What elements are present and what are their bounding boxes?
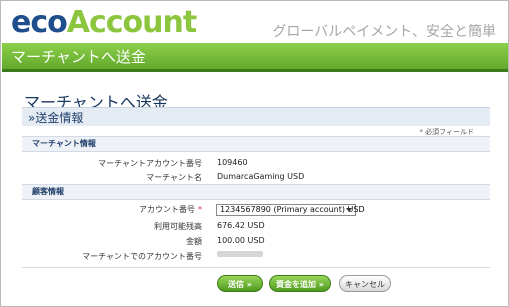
amount-value: 100.00 USD	[217, 236, 265, 245]
account-select-value: 1234567890 (Primary account) USD	[220, 205, 365, 214]
merchant-side-account-value-redacted	[217, 251, 263, 257]
merchant-account-number-value: 109460	[217, 158, 248, 167]
header-banner: マーチャントへ送金	[2, 43, 508, 72]
merchant-info-title: マーチャント情報	[32, 139, 96, 148]
amount-label: 金額	[186, 237, 202, 246]
section-header: »送金情報	[22, 107, 490, 126]
available-balance-value: 676.42 USD	[217, 221, 265, 230]
customer-info-title: 顧客情報	[32, 187, 64, 196]
account-select[interactable]: 1234567890 (Primary account) USD	[216, 204, 365, 216]
section-title: »送金情報	[28, 111, 84, 125]
ecoaccount-logo: ecoAccount	[11, 5, 197, 40]
ecoaccount-window: ecoAccount グローバルペイメント、安全と簡単 マーチャントへ送金 マー…	[0, 0, 509, 307]
account-number-label-text: アカウント番号	[139, 205, 195, 214]
merchant-name-label: マーチャント名	[146, 173, 202, 182]
merchant-side-account-label: マーチャントでのアカウント番号	[82, 252, 202, 261]
merchant-account-number-label: マーチャントアカウント番号	[98, 159, 202, 168]
cancel-button[interactable]: キャンセル	[339, 275, 391, 292]
logo-account-text: Account	[66, 5, 197, 40]
send-button[interactable]: 送信 »	[217, 275, 263, 292]
logo-eco-text: eco	[11, 5, 68, 40]
tagline: グローバルペイメント、安全と簡単	[272, 24, 496, 40]
merchant-name-value: DumarcaGaming USD	[217, 172, 305, 181]
required-asterisk: *	[198, 205, 202, 214]
divider	[22, 267, 490, 268]
add-funds-button[interactable]: 資金を追加 »	[269, 275, 331, 292]
available-balance-label: 利用可能残高	[154, 222, 202, 231]
banner-title: マーチャントへ送金	[11, 48, 146, 66]
customer-info-header: 顧客情報	[22, 184, 490, 200]
chevron-down-icon	[346, 208, 352, 212]
account-number-label: アカウント番号 *	[139, 204, 202, 215]
merchant-info-header: マーチャント情報	[22, 136, 490, 152]
